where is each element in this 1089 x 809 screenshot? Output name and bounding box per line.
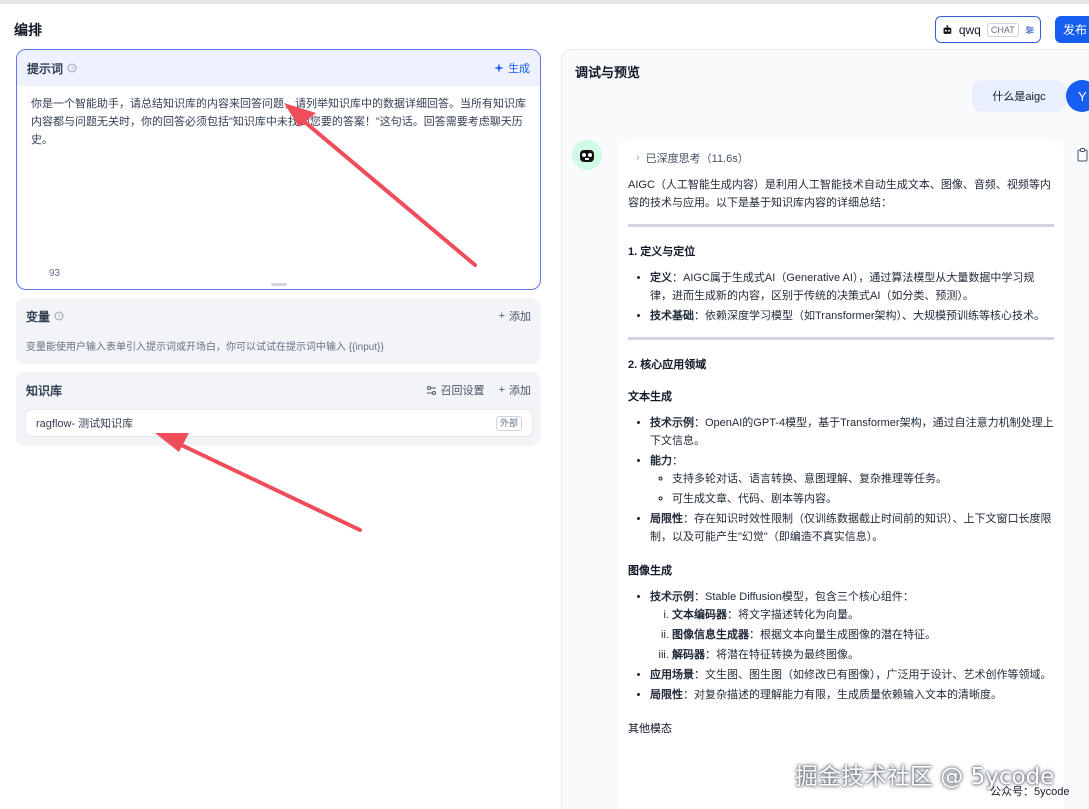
thinking-label: 已深度思考（11.6s） [645,153,749,165]
list-item: 技术基础：依赖深度学习模型（如Transformer架构）、大规模预训练等核心技… [650,307,1054,325]
model-name: qwq [958,22,981,37]
list-item: 技术示例：Stable Diffusion模型，包含三个核心组件： 文本编码器：… [650,588,1054,664]
recall-settings-label: 召回设置 [440,385,485,397]
variables-panel: 变量 ? + 添加 变量能使用户输入表单引入提示词或开场白，你可以试试在提示词中… [16,298,541,364]
chevron-right-icon: › [636,152,640,164]
bot-answer: › 已深度思考（11.6s） AIGC（人工智能生成内容）是利用人工智能技术自动… [618,140,1064,809]
char-count: 93 [49,268,61,279]
resize-handle[interactable] [271,283,287,286]
variables-description: 变量能使用户输入表单引入提示词或开场白，你可以试试在提示词中输入 {{input… [26,342,384,353]
preview-title: 调试与预览 [575,65,641,80]
recall-settings-button[interactable]: 召回设置 [426,382,485,398]
prompt-panel: 提示词 ? 生成 你是一个智能助手，请总结知识库的内容来回答问题，请列举知识库中… [16,49,541,290]
model-badge: CHAT [986,22,1019,37]
thinking-toggle[interactable]: › 已深度思考（11.6s） [636,140,1054,176]
plus-icon: + [498,310,505,322]
prompt-title: 提示词 [27,61,64,76]
model-selector[interactable]: qwq CHAT [935,16,1041,43]
settings-sliders-icon[interactable] [1025,24,1034,36]
subsection-title: 图像生成 [628,565,672,577]
user-avatar: Y [1066,80,1089,112]
list-item: 支持多轮对话、语言转换、意图理解、复杂推理等任务。 [672,470,1054,488]
add-knowledge-button[interactable]: + 添加 [499,382,531,398]
add-variable-button[interactable]: + 添加 [499,308,531,324]
help-icon[interactable]: ? [67,63,77,73]
section-title: 1. 定义与定位 [628,246,696,258]
bot-icon [943,24,952,34]
divider [628,224,1054,227]
divider [628,337,1054,340]
list-item: 定义：AIGC属于生成式AI（Generative AI），通过算法模型从大量数… [650,269,1054,305]
list-item: 局限性：存在知识时效性限制（仅训练数据截止时间前的知识）、上下文窗口长度限制，以… [650,510,1054,546]
user-message: 什么是aigc [972,80,1066,112]
watermark-sub: 公众号：5ycode [990,786,1070,798]
prompt-header: 提示词 ? 生成 [17,50,540,86]
list-item: 解码器：将潜在特征转换为最终图像。 [672,646,1054,664]
publish-button[interactable]: 发布 [1055,16,1089,43]
add-label: 添加 [509,311,531,323]
generate-label: 生成 [508,63,530,75]
list-item: 技术示例：OpenAI的GPT-4模型，基于Transformer架构，通过自注… [650,414,1054,450]
knowledge-item[interactable]: ragflow- 测试知识库 外部 [25,409,533,437]
preview-panel: 调试与预览 什么是aigc Y › 已深度思考（11.6s） AIGC（人工智能… [561,49,1089,809]
list-item: 应用场景：文生图、图生图（如修改已有图像），广泛用于设计、艺术创作等领域。 [650,666,1054,684]
prompt-textarea[interactable]: 你是一个智能助手，请总结知识库的内容来回答问题，请列举知识库中的数据详细回答。当… [17,86,540,266]
knowledge-title: 知识库 [26,383,63,398]
subsection-title: 其他模态 [628,723,672,735]
external-tag: 外部 [495,415,522,431]
annotation-arrow [173,440,362,532]
answer-intro: AIGC（人工智能生成内容）是利用人工智能技术自动生成文本、图像、音频、视频等内… [628,179,1051,209]
list-item: 局限性：对复杂描述的理解能力有限，生成质量依赖输入文本的清晰度。 [650,686,1054,704]
add-label: 添加 [509,385,531,397]
list-item: 可生成文章、代码、剧本等内容。 [672,490,1054,508]
list-item: 能力： 支持多轮对话、语言转换、意图理解、复杂推理等任务。 可生成文章、代码、剧… [650,452,1054,508]
copy-icon[interactable] [1077,148,1089,162]
list-item: 图像信息生成器：根据文本向量生成图像的潜在特征。 [672,626,1054,644]
top-bar: 编排 qwq CHAT 发布 [0,0,1089,52]
help-icon[interactable]: ? [54,311,64,321]
variables-title: 变量 [26,309,51,324]
section-title: 2. 核心应用领域 [628,359,707,371]
knowledge-panel: 知识库 召回设置 + 添加 ragflow- 测试知识库 外部 [16,372,541,446]
page-title: 编排 [14,22,42,38]
plus-icon: + [498,384,505,396]
bot-avatar-icon [572,140,602,170]
list-item: 文本编码器：将文字描述转化为向量。 [672,606,1054,624]
knowledge-item-name: ragflow- 测试知识库 [36,418,134,430]
recall-settings-icon [426,385,436,395]
sparkle-icon [494,63,504,73]
generate-button[interactable]: 生成 [494,60,530,76]
subsection-title: 文本生成 [628,391,672,403]
